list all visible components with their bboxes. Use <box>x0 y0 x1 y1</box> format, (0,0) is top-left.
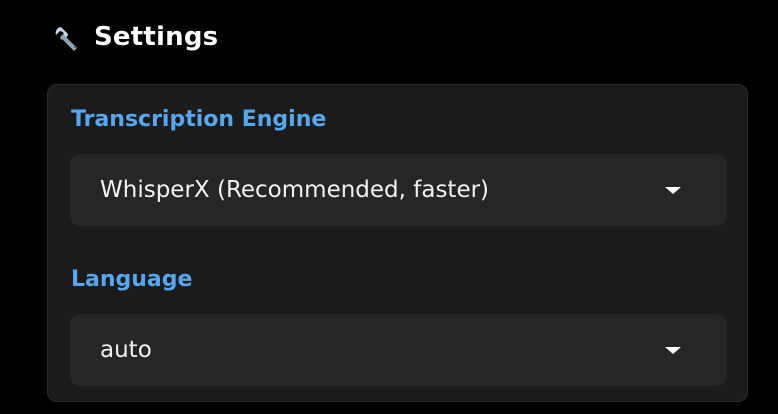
language-select-value: auto <box>100 337 152 363</box>
language-select[interactable]: auto <box>70 314 727 386</box>
page-title: Settings <box>94 22 219 52</box>
engine-label: Transcription Engine <box>71 107 327 132</box>
chevron-down-icon <box>665 186 681 194</box>
engine-select-value: WhisperX (Recommended, faster) <box>100 177 490 203</box>
wrench-icon <box>52 23 80 51</box>
settings-panel: Transcription Engine WhisperX (Recommend… <box>47 84 748 402</box>
chevron-down-icon <box>665 346 681 354</box>
settings-header: Settings <box>52 18 218 56</box>
engine-select[interactable]: WhisperX (Recommended, faster) <box>70 154 727 226</box>
language-label: Language <box>71 267 193 292</box>
